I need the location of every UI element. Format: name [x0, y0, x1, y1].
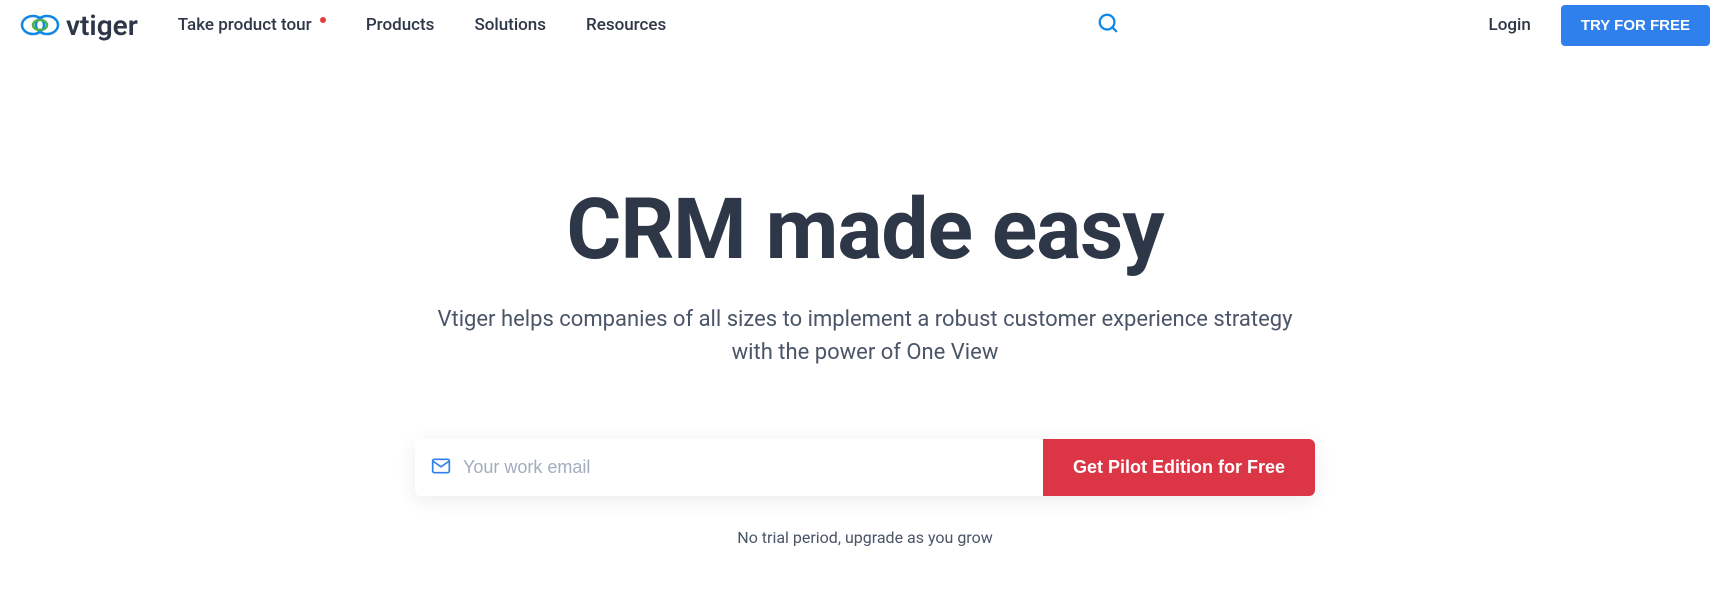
header-right: Login TRY FOR FREE — [1097, 5, 1710, 46]
hero-title: CRM made easy — [0, 180, 1730, 279]
main-nav: Take product tour Products Solutions Res… — [178, 15, 666, 35]
email-icon — [431, 456, 451, 480]
nav-resources[interactable]: Resources — [586, 15, 666, 35]
nav-solutions[interactable]: Solutions — [474, 15, 546, 35]
login-link[interactable]: Login — [1489, 15, 1531, 35]
nav-products[interactable]: Products — [366, 15, 435, 35]
hero-section: CRM made easy Vtiger helps companies of … — [0, 180, 1730, 547]
notification-dot-icon — [320, 17, 326, 23]
signup-form: Get Pilot Edition for Free — [415, 439, 1315, 496]
nav-tour-label: Take product tour — [178, 15, 312, 35]
search-icon[interactable] — [1097, 12, 1119, 38]
logo-icon — [20, 12, 60, 38]
get-pilot-button[interactable]: Get Pilot Edition for Free — [1043, 439, 1315, 496]
email-input-wrapper — [415, 439, 1043, 496]
nav-product-tour[interactable]: Take product tour — [178, 15, 326, 35]
try-free-button[interactable]: TRY FOR FREE — [1561, 5, 1710, 46]
header: vtiger Take product tour Products Soluti… — [0, 0, 1730, 50]
hero-subtitle: Vtiger helps companies of all sizes to i… — [415, 303, 1315, 369]
email-input[interactable] — [463, 439, 1027, 496]
form-note: No trial period, upgrade as you grow — [0, 528, 1730, 547]
logo[interactable]: vtiger — [20, 9, 138, 42]
logo-text: vtiger — [66, 9, 138, 42]
